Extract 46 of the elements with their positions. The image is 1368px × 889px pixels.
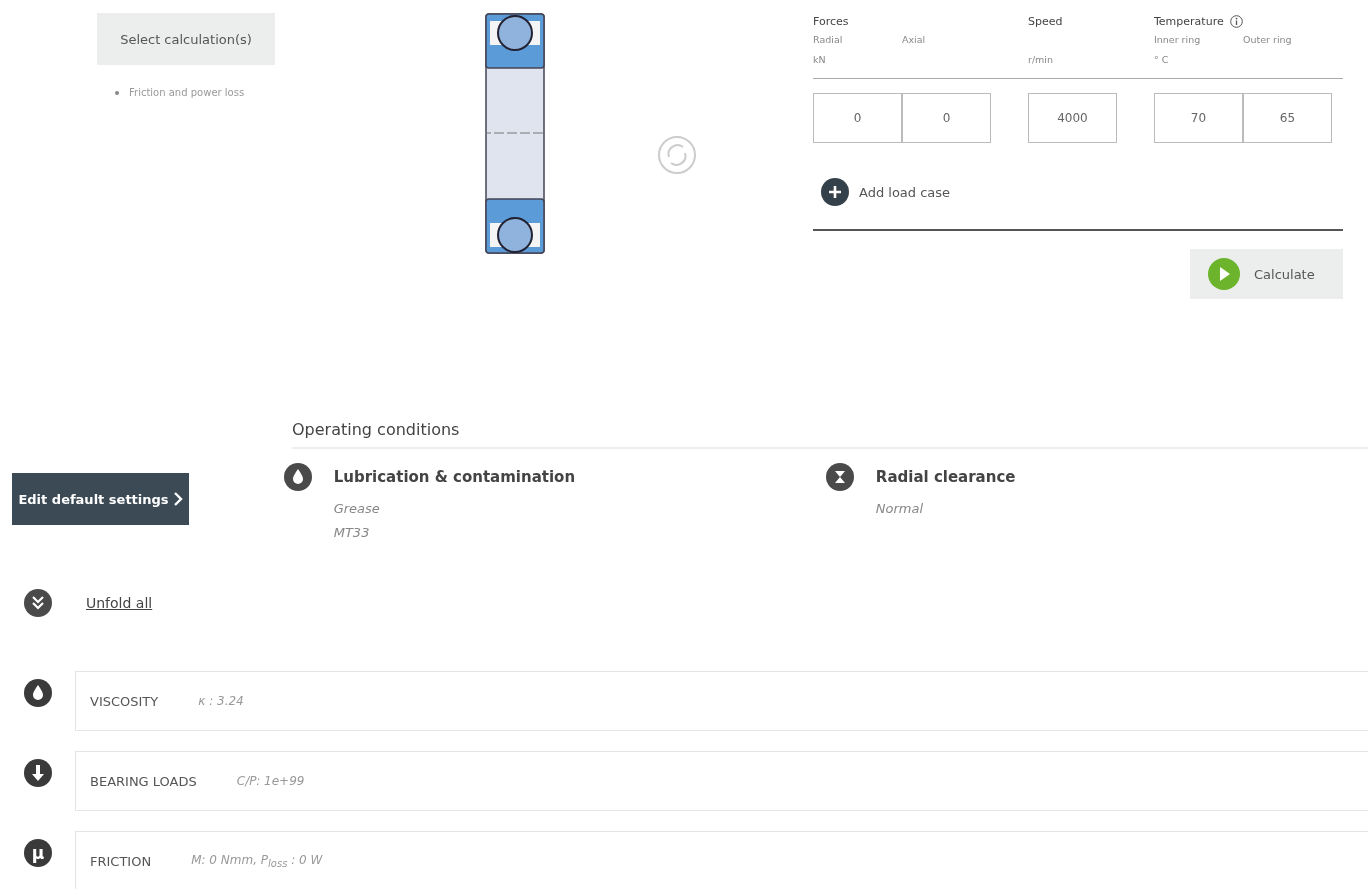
bullet-icon xyxy=(115,90,119,95)
column-label: Axial xyxy=(902,34,926,45)
unit-label: ° C xyxy=(1154,54,1169,65)
add-load-case-link[interactable]: Add load case xyxy=(859,184,951,200)
section-title: Operating conditions xyxy=(292,420,461,439)
result-title: BEARING LOADS xyxy=(90,773,197,789)
result-panel[interactable]: BEARING LOADS C/P: 1e+99 xyxy=(75,751,1368,811)
value-field[interactable]: 0 xyxy=(813,93,902,143)
column-group-title: Temperature xyxy=(1154,14,1224,28)
calculate-button[interactable]: Calculate xyxy=(1190,249,1343,299)
edit-default-settings-button[interactable]: Edit default settings xyxy=(12,473,189,525)
result-value: κ : 3.24 xyxy=(198,694,244,708)
column-label: Radial xyxy=(813,34,843,45)
condition-value: MT33 xyxy=(333,525,371,541)
friction-icon: μ xyxy=(24,839,52,867)
add-icon[interactable] xyxy=(821,178,849,206)
column-label: Inner ring xyxy=(1154,34,1201,45)
column-group-title: Speed xyxy=(1028,14,1063,28)
result-panel[interactable]: VISCOSITY κ : 3.24 xyxy=(75,671,1368,731)
result-value: M: 0 Nmm, P$_{loss}$ : 0 W xyxy=(191,852,323,870)
value-field[interactable]: 0 xyxy=(902,93,991,143)
result-panel[interactable]: FRICTION M: 0 Nmm, P$_{loss}$ : 0 W xyxy=(75,831,1368,889)
result-title: FRICTION xyxy=(90,853,152,869)
result-title: VISCOSITY xyxy=(90,693,159,709)
condition-title: Lubrication & contamination xyxy=(333,468,576,486)
calculation-item: Friction and power loss xyxy=(129,87,245,98)
result-value: C/P: 1e+99 xyxy=(236,774,305,788)
condition-title: Radial clearance xyxy=(875,468,1016,486)
column-group-title: Forces xyxy=(813,14,849,28)
unfold-all-link[interactable]: Unfold all xyxy=(86,595,153,611)
select-calculations-button[interactable]: Select calculation(s) xyxy=(97,13,275,65)
value-field[interactable]: 65 xyxy=(1243,93,1332,143)
hourglass-icon xyxy=(825,463,854,491)
drop-icon xyxy=(283,463,312,491)
play-icon xyxy=(1208,258,1240,290)
unit-label: r/min xyxy=(1028,54,1054,65)
chevron-right-icon xyxy=(172,492,183,506)
info-icon[interactable] xyxy=(1229,14,1243,28)
column-label: Outer ring xyxy=(1243,34,1292,45)
value-field[interactable]: 70 xyxy=(1154,93,1243,143)
drop-icon xyxy=(24,679,52,707)
double-chevron-icon[interactable] xyxy=(24,589,52,617)
condition-value: Normal xyxy=(875,501,925,517)
unit-label: kN xyxy=(813,54,826,65)
value-field[interactable]: 4000 xyxy=(1028,93,1117,143)
condition-value: Grease xyxy=(333,501,381,517)
